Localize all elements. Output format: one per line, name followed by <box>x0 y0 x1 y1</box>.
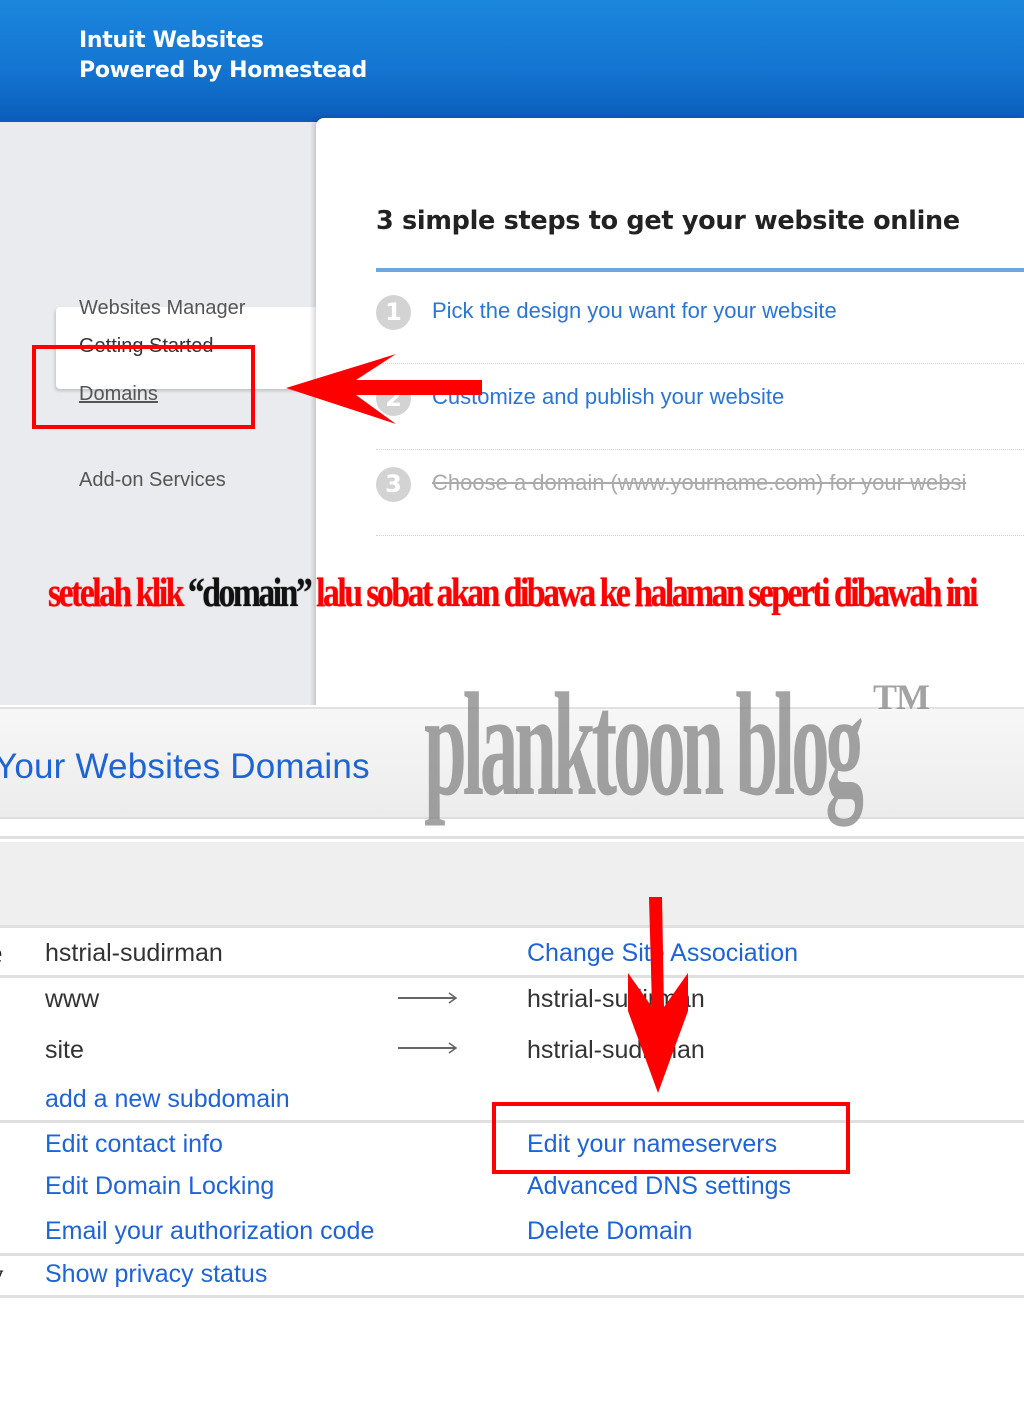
step-number-badge: 1 <box>376 295 411 330</box>
edit-domain-locking-link[interactable]: Edit Domain Locking <box>45 1171 274 1201</box>
row-divider <box>0 1253 1024 1256</box>
row-divider <box>0 1295 1024 1298</box>
caption-quoted-domain: “domain” <box>187 569 313 615</box>
email-authorization-code-link[interactable]: Email your authorization code <box>45 1216 374 1246</box>
subdomain-name: www <box>45 985 100 1013</box>
row-label-privacy: y <box>0 1259 4 1289</box>
caption-text-2: lalu sobat akan dibawa ke halaman sepert… <box>310 569 978 615</box>
caption-text-1: setelah klik <box>48 569 188 615</box>
brand-line-1: Intuit Websites <box>79 28 264 53</box>
watermark-text: planktoon blog <box>424 663 864 827</box>
page-title: 3 simple steps to get your website onlin… <box>376 206 960 236</box>
step-link-choose-domain[interactable]: Choose a domain (www.yourname.com) for y… <box>432 470 966 496</box>
step-number-badge: 3 <box>376 467 411 502</box>
left-pointing-arrow-icon <box>286 354 482 424</box>
maps-to-arrow-icon <box>398 992 458 1004</box>
row-label-site: e <box>0 938 2 968</box>
step-item: 1 Pick the design you want for your webs… <box>376 278 1024 364</box>
delete-domain-link[interactable]: Delete Domain <box>527 1216 692 1246</box>
edit-contact-info-link[interactable]: Edit contact info <box>45 1129 223 1159</box>
step-link-pick-design[interactable]: Pick the design you want for your websit… <box>432 298 837 324</box>
domains-page-title: Your Websites Domains <box>0 747 370 786</box>
title-divider <box>376 268 1024 272</box>
brand-line-2: Powered by Homestead <box>79 58 367 83</box>
advanced-dns-settings-link[interactable]: Advanced DNS settings <box>527 1171 791 1201</box>
subdomain-name: site <box>45 1036 84 1064</box>
site-name-value: hstrial-sudirman <box>45 939 223 967</box>
row-label-subdomains: s <box>0 984 1 1014</box>
step-item: 3 Choose a domain (www.yourname.com) for… <box>376 450 1024 536</box>
sidebar-item-add-on-services[interactable]: Add-on Services <box>79 469 226 492</box>
show-privacy-status-link[interactable]: Show privacy status <box>45 1259 267 1289</box>
domains-highlight-box <box>32 345 255 429</box>
brand-logo[interactable]: Intuit Websites Powered by Homestead <box>79 26 367 86</box>
maps-to-arrow-icon <box>398 1042 458 1054</box>
instruction-caption: setelah klik “domain” lalu sobat akan di… <box>48 568 978 616</box>
table-header-band <box>0 842 1024 928</box>
down-pointing-arrow-icon <box>628 897 688 1093</box>
watermark-trademark: TM <box>873 677 930 717</box>
app-header: Intuit Websites Powered by Homestead <box>0 0 1024 122</box>
sidebar-item-websites-manager[interactable]: Websites Manager <box>79 297 245 320</box>
nameservers-highlight-box <box>492 1102 850 1174</box>
row-divider <box>0 975 1024 978</box>
add-subdomain-link[interactable]: add a new subdomain <box>45 1084 290 1114</box>
